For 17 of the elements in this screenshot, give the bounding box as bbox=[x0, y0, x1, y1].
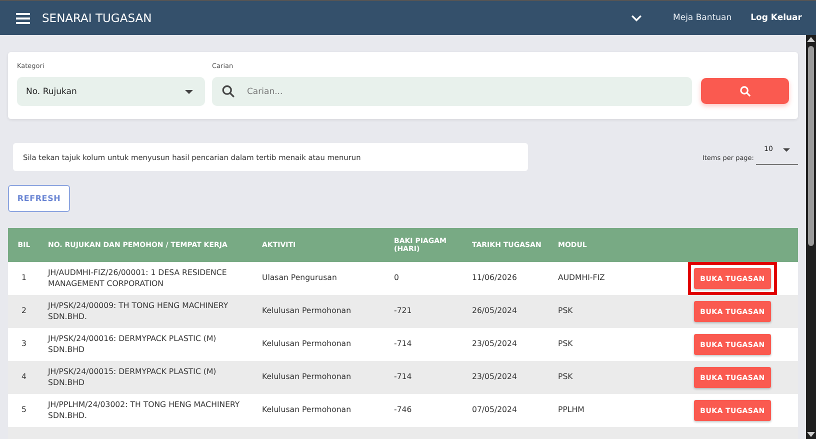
search-button[interactable] bbox=[701, 78, 789, 104]
dropdown-caret-icon bbox=[185, 90, 193, 94]
page-title: SENARAI TUGASAN bbox=[42, 11, 152, 25]
dropdown-caret-icon bbox=[783, 148, 790, 152]
search-field[interactable]: Carian... bbox=[212, 77, 692, 106]
category-dropdown[interactable]: No. Rujukan bbox=[17, 77, 205, 106]
refresh-button[interactable]: REFRESH bbox=[8, 185, 70, 212]
scrollbar-thumb[interactable] bbox=[808, 46, 814, 246]
scrollbar[interactable] bbox=[806, 35, 816, 439]
scroll-up-icon[interactable] bbox=[807, 37, 815, 42]
scroll-down-icon[interactable] bbox=[807, 432, 815, 437]
header-link[interactable]: Meja Bantuan bbox=[673, 13, 732, 23]
search-icon bbox=[222, 85, 235, 98]
menu-icon[interactable] bbox=[16, 12, 30, 24]
search-icon bbox=[740, 86, 750, 96]
header-link[interactable]: Log Keluar bbox=[750, 13, 802, 23]
chevron-down-icon[interactable] bbox=[631, 14, 642, 22]
